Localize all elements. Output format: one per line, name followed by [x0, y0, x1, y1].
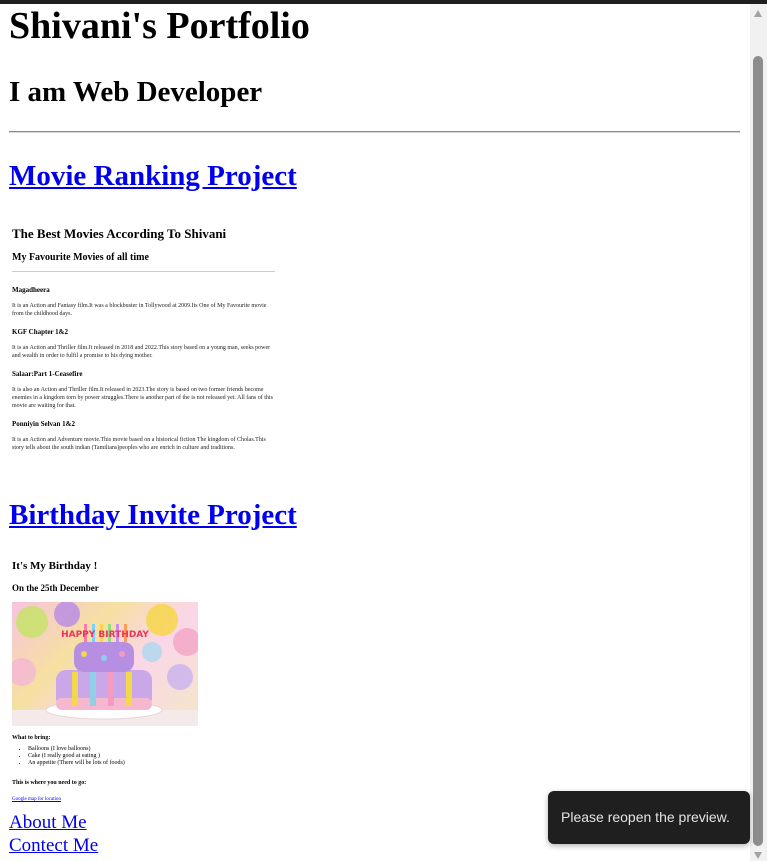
birthday-invite-project-link[interactable]: Birthday Invite Project [9, 498, 297, 532]
movie-preview-subheading: My Favourite Movies of all time [12, 252, 149, 263]
window-top-bar [0, 0, 767, 4]
page-subtitle: I am Web Developer [9, 76, 263, 108]
movie-item: Ponniyin Selvan 1&2 It is an Action and … [12, 420, 277, 452]
list-item: An appetite (There will be lots of foods… [28, 760, 218, 767]
movie-title: Magadheera [12, 286, 50, 294]
movie-title: Ponniyin Selvan 1&2 [12, 420, 76, 428]
bring-heading: What to bring: [12, 735, 51, 741]
vertical-scrollbar[interactable] [750, 4, 767, 861]
movie-description: It is an Action and Adventure movie.This… [12, 437, 266, 451]
list-item: Balloons (I love balloons) [28, 746, 218, 753]
cake-candle-letters: HAPPY BIRTHDAY [61, 630, 149, 640]
list-item: Cake (I really good at eating ) [28, 753, 218, 760]
movie-title: KGF Chapter 1&2 [12, 328, 68, 336]
scroll-down-arrow-icon[interactable] [754, 852, 762, 859]
movie-description: It is also an Action and Thriller film.I… [12, 387, 273, 409]
movie-description: It is an Action and Thriller film.It rel… [12, 345, 271, 359]
movie-item: Magadheera It is an Action and Fantasy f… [12, 286, 277, 318]
bring-list: Balloons (I love balloons) Cake (I reall… [12, 746, 218, 767]
movie-preview-divider [12, 271, 275, 272]
contact-me-link[interactable]: Contect Me [9, 835, 98, 857]
preview-toast-notification[interactable]: Please reopen the preview. [548, 791, 750, 844]
movie-item: KGF Chapter 1&2 It is an Action and Thri… [12, 328, 277, 360]
about-me-link[interactable]: About Me [9, 812, 87, 834]
movie-item: Salaar:Part 1-Ceasefire It is also an Ac… [12, 370, 277, 410]
divider [9, 131, 740, 133]
birthday-heading: It's My Birthday ! [12, 560, 98, 572]
birthday-cake-illustration: HAPPY BIRTHDAY [12, 602, 198, 726]
movie-description: It is an Action and Fantasy film.It was … [12, 303, 267, 317]
scroll-up-arrow-icon[interactable] [754, 10, 762, 17]
where-heading: This is where you need to go: [12, 780, 87, 786]
movie-title: Salaar:Part 1-Ceasefire [12, 370, 83, 378]
movie-ranking-project-link[interactable]: Movie Ranking Project [9, 159, 297, 193]
toast-message: Please reopen the preview. [561, 809, 730, 825]
scrollbar-thumb[interactable] [753, 56, 763, 846]
map-location-link[interactable]: Google map for location [12, 797, 61, 802]
birthday-cake-image: HAPPY BIRTHDAY [12, 602, 198, 726]
birthday-date: On the 25th December [12, 583, 99, 593]
page-title: Shivani's Portfolio [9, 5, 310, 47]
movie-preview-heading: The Best Movies According To Shivani [12, 226, 227, 241]
